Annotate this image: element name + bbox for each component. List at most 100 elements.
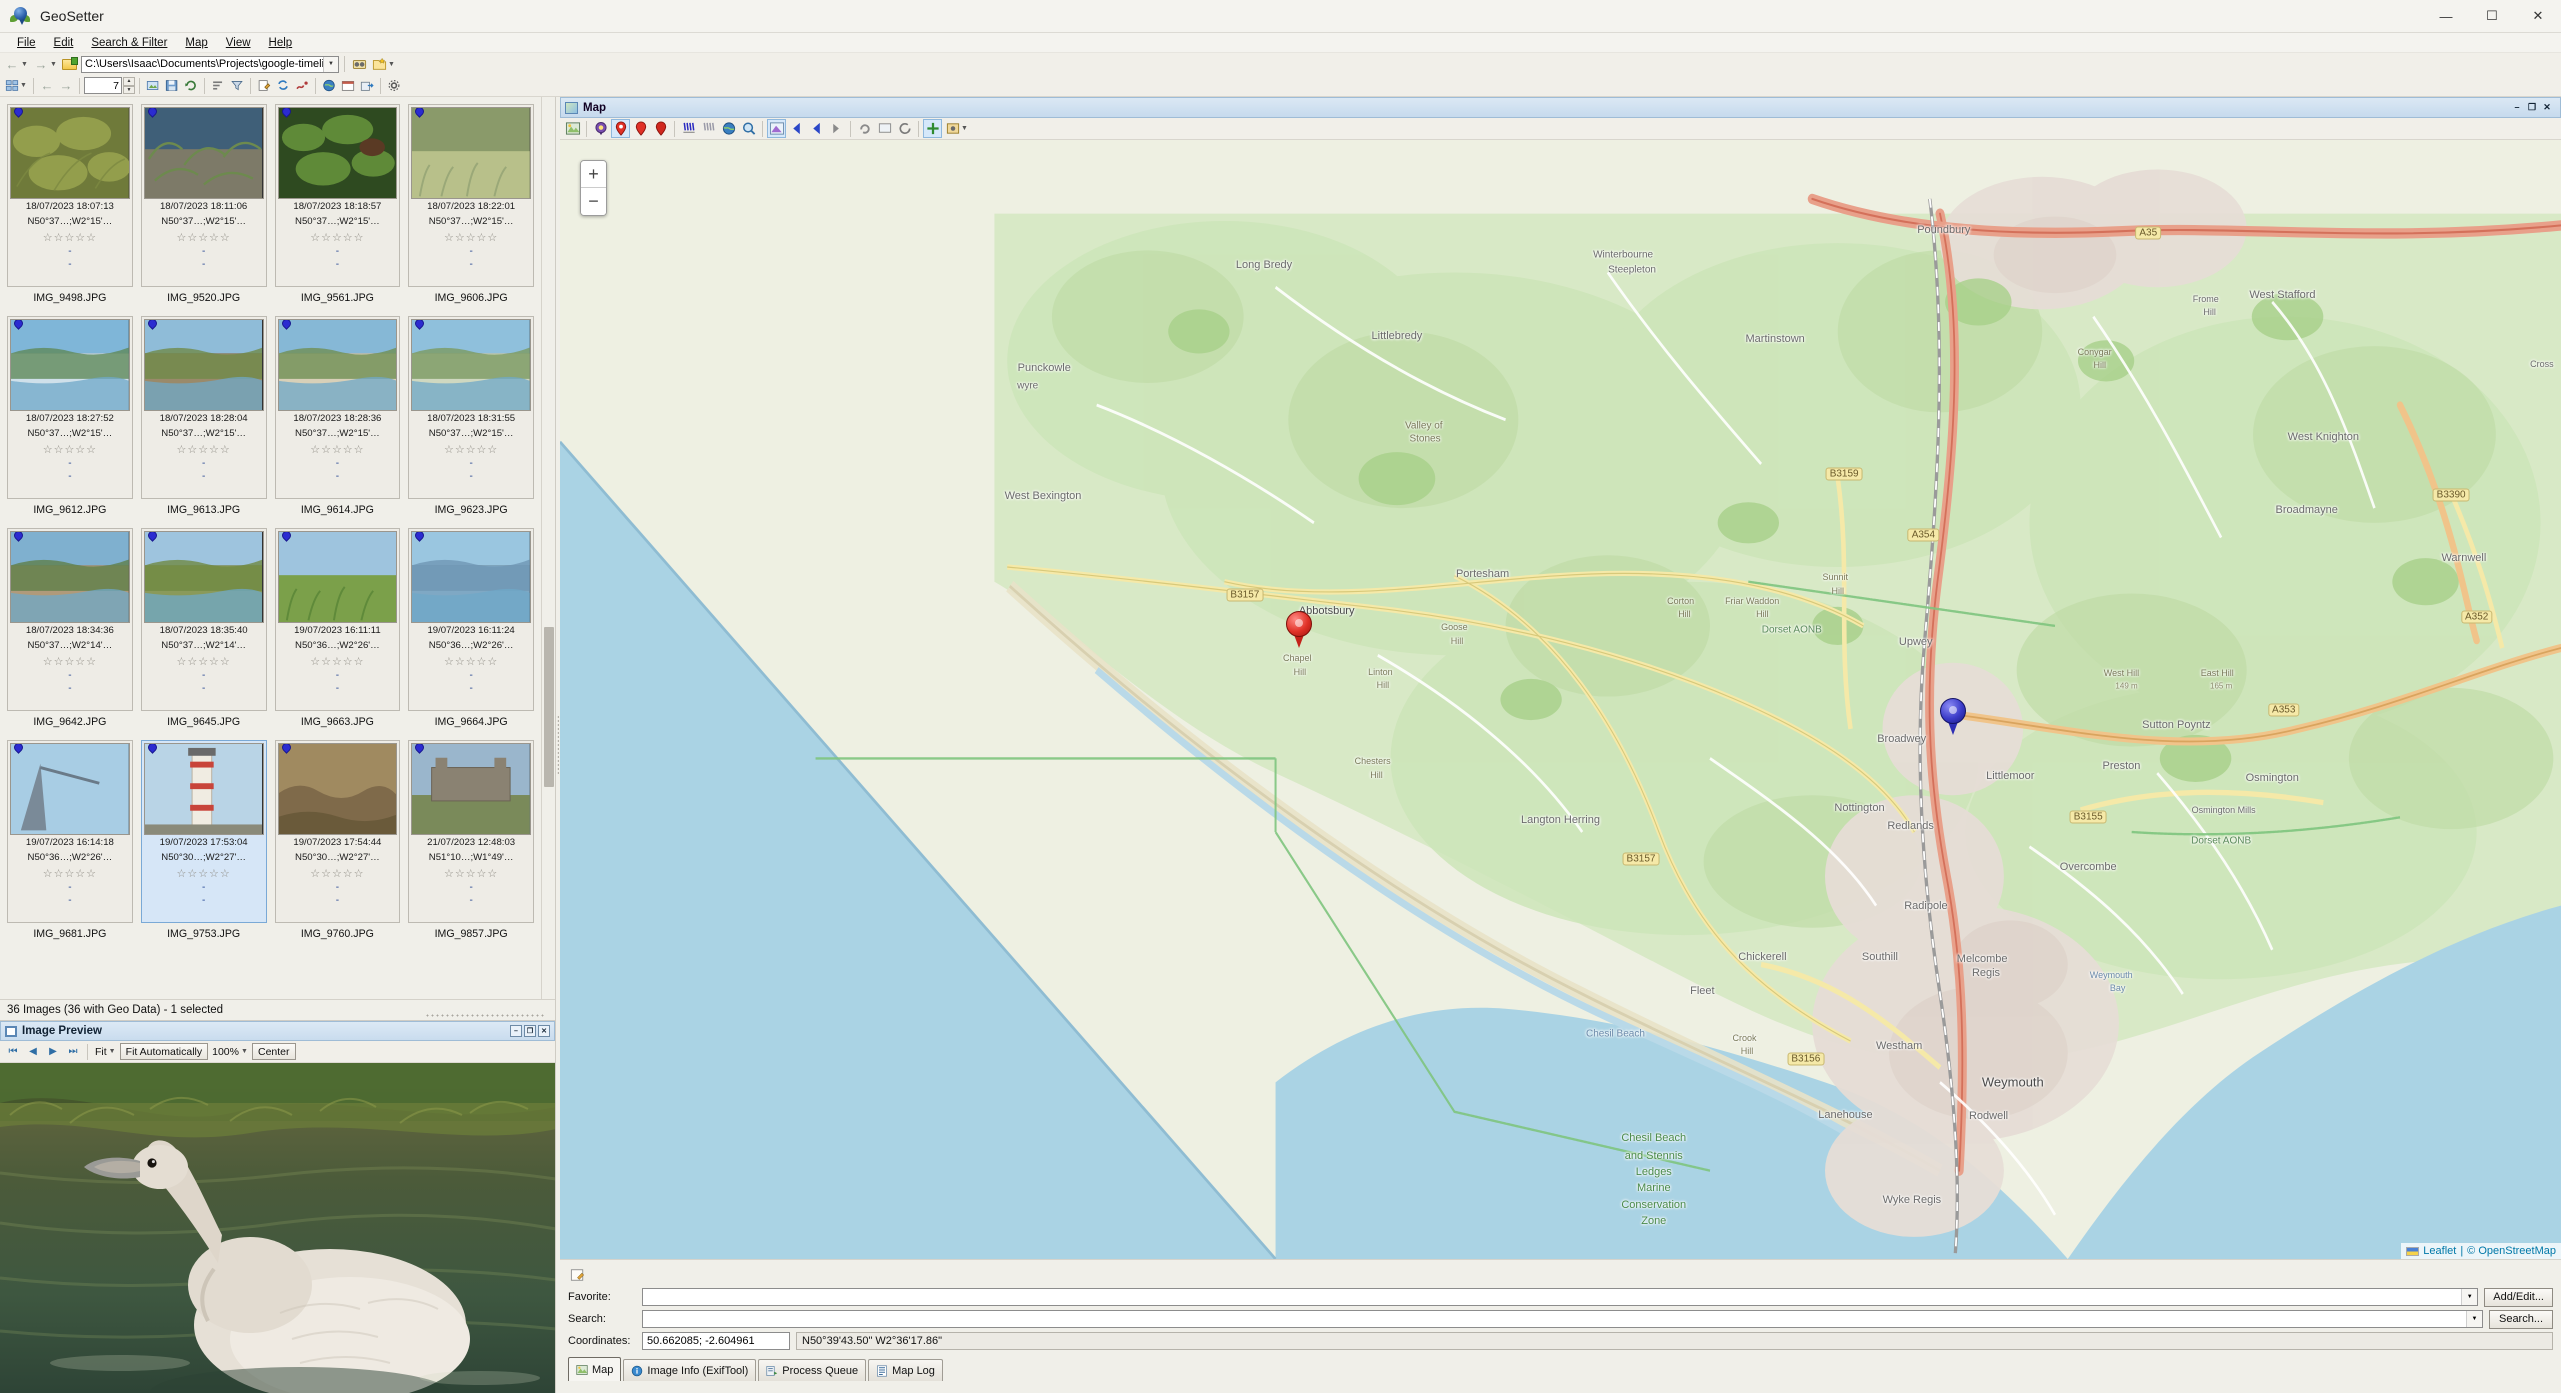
add-edit-button[interactable]: Add/Edit... [2484,1287,2553,1307]
leaflet-link[interactable]: Leaflet [2423,1245,2456,1257]
edit-data-icon[interactable] [255,77,273,95]
thumbnail-item[interactable]: 18/07/2023 18:35:40 N50°37…;W2°14'… ☆☆☆☆☆ -… [138,525,272,737]
preview-close-button[interactable]: ✕ [538,1025,550,1037]
thumbnail-grid[interactable]: 18/07/2023 18:07:13 N50°37…;W2°15'… ☆☆☆☆☆ -… [0,97,541,999]
search-button[interactable]: Search... [2489,1309,2553,1329]
thumbnail-item[interactable]: 18/07/2023 18:31:55 N50°37…;W2°15'… ☆☆☆☆☆ -… [405,313,539,525]
thumbnail-item[interactable]: 18/07/2023 18:07:13 N50°37…;W2°15'… ☆☆☆☆☆ -… [4,101,138,313]
settings-icon[interactable] [385,77,403,95]
center-button[interactable]: Center [251,1043,296,1060]
thumbnail-image[interactable] [10,743,130,835]
thumbnail-box[interactable]: 21/07/2023 12:48:03 N51°10…;W1°49'… ☆☆☆☆☆ -… [408,740,534,923]
thumbnail-item[interactable]: 19/07/2023 17:54:44 N50°30…;W2°27'… ☆☆☆☆☆ -… [272,737,406,949]
favorite-input[interactable]: ▼ [642,1288,2479,1306]
first-image-icon[interactable]: ⏮ [4,1043,22,1061]
thumbnail-item[interactable]: 21/07/2023 12:48:03 N51°10…;W1°49'… ☆☆☆☆☆ -… [405,737,539,949]
thumbnail-box[interactable]: 18/07/2023 18:31:55 N50°37…;W2°15'… ☆☆☆☆☆ -… [408,316,534,499]
thumbnail-rating[interactable]: ☆☆☆☆☆ [278,228,398,245]
menu-search-filter[interactable]: Search & Filter [82,35,176,51]
menu-view[interactable]: View [217,35,260,51]
thumbnail-rating[interactable]: ☆☆☆☆☆ [411,440,531,457]
grid-view-icon[interactable] [3,77,21,95]
thumbnail-rating[interactable]: ☆☆☆☆☆ [278,864,398,881]
thumbnail-image[interactable] [411,319,531,411]
sort-icon[interactable] [209,77,227,95]
menu-help[interactable]: Help [260,35,302,51]
nav-back-icon[interactable]: ← [38,77,56,95]
thumbnail-item[interactable]: 19/07/2023 16:14:18 N50°36…;W2°26'… ☆☆☆☆☆ -… [4,737,138,949]
thumbnail-rating[interactable]: ☆☆☆☆☆ [411,228,531,245]
thumbnail-item[interactable]: 18/07/2023 18:27:52 N50°37…;W2°15'… ☆☆☆☆☆ -… [4,313,138,525]
show-tracks-icon[interactable] [679,119,698,138]
favorites-dropdown-icon[interactable]: ▼ [388,61,397,68]
thumbnail-image[interactable] [411,107,531,199]
thumbnail-image[interactable] [10,107,130,199]
thumbnail-rating[interactable]: ☆☆☆☆☆ [10,440,130,457]
redo-icon[interactable] [875,119,894,138]
zoom-out-button[interactable]: − [581,188,606,215]
edit-note-icon[interactable] [568,1266,586,1284]
abbotsbury-marker[interactable] [1285,611,1312,649]
thumbnail-image[interactable] [277,743,398,835]
open-folder-icon[interactable] [61,55,79,73]
thumbnail-image[interactable] [143,319,264,411]
tab-map-log[interactable]: Map Log [868,1359,943,1381]
calendar-icon[interactable] [339,77,357,95]
favorite-dropdown-icon[interactable]: ▼ [2461,1289,2478,1305]
grid-view-dropdown-icon[interactable]: ▼ [20,82,29,89]
thumbnail-rating[interactable]: ☆☆☆☆☆ [144,228,264,245]
thumbnail-size-icon[interactable] [144,77,162,95]
menu-edit[interactable]: Edit [45,35,83,51]
thumbnail-image[interactable] [277,531,398,623]
search-input[interactable]: ▼ [642,1310,2483,1328]
thumbnail-rating[interactable]: ☆☆☆☆☆ [411,864,531,881]
folder-path-input[interactable]: C:\Users\Isaac\Documents\Projects\google… [81,55,339,73]
thumbnail-image[interactable] [143,107,264,199]
thumbnail-image[interactable] [277,319,398,411]
thumbnail-image[interactable] [10,531,130,623]
thumbnail-box[interactable]: 19/07/2023 17:54:44 N50°30…;W2°27'… ☆☆☆☆☆ -… [274,740,401,923]
refresh-icon[interactable] [895,119,914,138]
assign-position-icon[interactable] [611,119,630,138]
thumbnail-item[interactable]: 19/07/2023 16:11:11 N50°36…;W2°26'… ☆☆☆☆☆ -… [272,525,406,737]
find-icon[interactable] [350,55,368,73]
close-button[interactable]: ✕ [2515,0,2561,33]
globe-icon[interactable] [719,119,738,138]
menu-map[interactable]: Map [176,35,216,51]
fit-automatically-button[interactable]: Fit Automatically [119,1043,209,1060]
tab-map[interactable]: Map [568,1357,622,1381]
next-image-icon[interactable] [807,119,826,138]
back-arrow-icon[interactable]: ← [3,55,21,73]
prev-image-icon[interactable] [787,119,806,138]
search-dropdown-icon[interactable]: ▼ [2466,1311,2482,1327]
map-minimize-button[interactable]: – [2511,102,2523,113]
zoom-in-button[interactable]: + [581,161,606,188]
thumbnail-item[interactable]: 18/07/2023 18:18:57 N50°37…;W2°15'… ☆☆☆☆☆ -… [272,101,406,313]
thumbnail-image[interactable] [143,531,264,623]
set-marker-icon[interactable] [631,119,650,138]
maximize-button[interactable]: ☐ [2469,0,2515,33]
thumbnail-rating[interactable]: ☆☆☆☆☆ [144,440,264,457]
thumbnail-image[interactable] [143,743,264,835]
menu-file[interactable]: File [8,35,45,51]
thumbnail-rating[interactable]: ☆☆☆☆☆ [10,864,130,881]
zoom-dropdown-icon[interactable]: ▼ [241,1048,250,1055]
thumbnail-box[interactable]: 18/07/2023 18:35:40 N50°37…;W2°14'… ☆☆☆☆☆ -… [140,528,267,711]
thumbnail-item[interactable]: 19/07/2023 16:11:24 N50°36…;W2°26'… ☆☆☆☆☆ -… [405,525,539,737]
path-dropdown-icon[interactable]: ▼ [323,56,338,72]
thumbnail-image[interactable] [277,107,398,199]
hide-tracks-icon[interactable] [699,119,718,138]
map-zoom-controls[interactable]: + − [580,160,607,216]
settings-icon[interactable] [943,119,962,138]
center-marker-icon[interactable] [651,119,670,138]
thumbnail-image[interactable] [10,319,130,411]
search-location-icon[interactable] [739,119,758,138]
thumbnail-box[interactable]: 18/07/2023 18:27:52 N50°37…;W2°15'… ☆☆☆☆☆ -… [7,316,133,499]
next-image-icon[interactable]: ▶ [44,1043,62,1061]
track-icon[interactable] [293,77,311,95]
thumbnail-rating[interactable]: ☆☆☆☆☆ [10,228,130,245]
thumbnail-box[interactable]: 18/07/2023 18:28:04 N50°37…;W2°15'… ☆☆☆☆☆ -… [140,316,267,499]
previous-image-icon[interactable]: ◀ [24,1043,42,1061]
add-marker-icon[interactable] [923,119,942,138]
thumbnail-box[interactable]: 18/07/2023 18:28:36 N50°37…;W2°15'… ☆☆☆☆☆ -… [274,316,401,499]
